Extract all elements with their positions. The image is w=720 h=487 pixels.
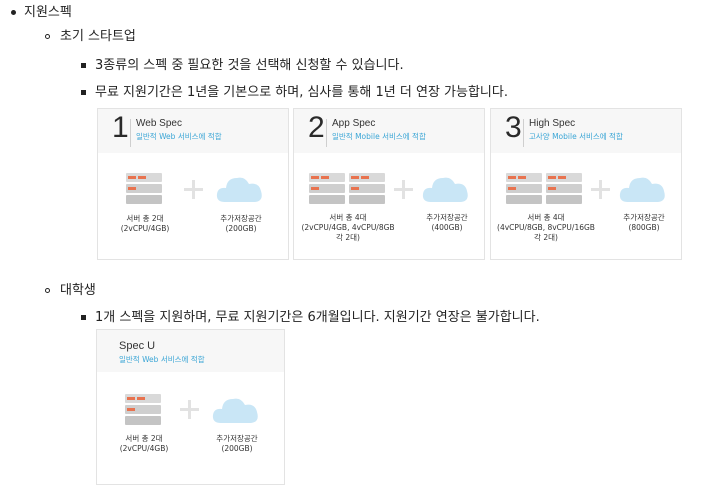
server-icon [506, 173, 542, 204]
storage-size: (800GB) [628, 223, 660, 232]
server-spec: (2vCPU/4GB) [120, 224, 170, 233]
server-icon [125, 394, 161, 425]
server-spec: (2vCPU/4GB, 4vCPU/8GB [301, 223, 395, 232]
bullet-level2 [45, 288, 50, 293]
card-header: 2 App Spec 일반적 Mobile 서비스에 적합 [294, 109, 484, 153]
server-spec-note: 각 2대) [336, 233, 360, 242]
bullet-level3 [81, 315, 86, 320]
storage-caption: 추가저장공간 (800GB) [607, 213, 681, 233]
storage-caption: 추가저장공간 (400GB) [410, 213, 484, 233]
card-header: 1 Web Spec 일반적 Web 서비스에 적합 [98, 109, 288, 153]
startup-item-1: 3종류의 스펙 중 필요한 것을 선택해 신청할 수 있습니다. [95, 58, 404, 73]
storage-label: 추가저장공간 [426, 213, 468, 222]
server-icon [349, 173, 385, 204]
plus-icon [394, 180, 413, 199]
bullet-level1 [11, 10, 16, 15]
spec-number: 1 [112, 111, 129, 144]
server-spec-note: 각 2대) [534, 233, 558, 242]
card-header: Spec U 일반적 Web 서비스에 적합 [97, 330, 284, 372]
server-icon [546, 173, 582, 204]
cloud-icon [212, 398, 258, 423]
spec-description: 일반적 Mobile 서비스에 적합 [332, 132, 426, 141]
server-count: 서버 총 2대 [125, 434, 163, 443]
heading-university: 대학생 [60, 283, 96, 298]
bullet-level3 [81, 90, 86, 95]
server-count: 서버 총 4대 [329, 213, 367, 222]
spec-name: App Spec [332, 118, 376, 129]
storage-caption: 추가저장공간 (200GB) [200, 434, 274, 454]
storage-caption: 추가저장공간 (200GB) [204, 214, 278, 234]
storage-size: (200GB) [225, 224, 257, 233]
plus-icon [180, 400, 199, 419]
spec-number: 3 [505, 111, 522, 144]
spec-name: Spec U [119, 340, 156, 352]
cloud-icon [619, 177, 665, 202]
bullet-level3 [81, 63, 86, 68]
server-caption: 서버 총 4대 (4vCPU/8GB, 8vCPU/16GB 각 2대) [493, 213, 599, 243]
bullet-level2 [45, 34, 50, 39]
storage-size: (400GB) [431, 223, 463, 232]
storage-label: 추가저장공간 [216, 434, 258, 443]
divider [523, 119, 524, 147]
server-icon [309, 173, 345, 204]
university-item-1: 1개 스펙을 지원하며, 무료 지원기간은 6개월입니다. 지원기간 연장은 불… [95, 310, 540, 325]
server-spec: (4vCPU/8GB, 8vCPU/16GB [497, 223, 595, 232]
spec-card-high: 3 High Spec 고사양 Mobile 서비스에 적합 서버 총 4대 (… [490, 108, 682, 260]
cloud-icon [422, 177, 468, 202]
plus-icon [184, 180, 203, 199]
spec-number: 2 [308, 111, 325, 144]
storage-label: 추가저장공간 [220, 214, 262, 223]
spec-description: 일반적 Web 서비스에 적합 [119, 355, 205, 364]
server-count: 서버 총 4대 [527, 213, 565, 222]
plus-icon [591, 180, 610, 199]
card-header: 3 High Spec 고사양 Mobile 서비스에 적합 [491, 109, 681, 153]
spec-name: High Spec [529, 118, 576, 129]
server-spec: (2vCPU/4GB) [119, 444, 169, 453]
cloud-icon [216, 177, 262, 202]
server-caption: 서버 총 2대 (2vCPU/4GB) [107, 434, 181, 454]
storage-size: (200GB) [221, 444, 253, 453]
server-caption: 서버 총 4대 (2vCPU/4GB, 4vCPU/8GB 각 2대) [298, 213, 398, 243]
heading-startup: 초기 스타트업 [60, 29, 136, 44]
spec-description: 일반적 Web 서비스에 적합 [136, 132, 222, 141]
divider [326, 119, 327, 147]
spec-card-web: 1 Web Spec 일반적 Web 서비스에 적합 서버 총 2대 (2vCP… [97, 108, 289, 260]
server-count: 서버 총 2대 [126, 214, 164, 223]
spec-card-app: 2 App Spec 일반적 Mobile 서비스에 적합 서버 총 4대 (2… [293, 108, 485, 260]
spec-card-u: Spec U 일반적 Web 서비스에 적합 서버 총 2대 (2vCPU/4G… [96, 329, 285, 485]
storage-label: 추가저장공간 [623, 213, 665, 222]
divider [130, 119, 131, 147]
spec-description: 고사양 Mobile 서비스에 적합 [529, 132, 623, 141]
heading-support-spec: 지원스펙 [24, 5, 72, 20]
startup-item-2: 무료 지원기간은 1년을 기본으로 하며, 심사를 통해 1년 더 연장 가능합… [95, 85, 508, 100]
server-caption: 서버 총 2대 (2vCPU/4GB) [108, 214, 182, 234]
spec-name: Web Spec [136, 118, 182, 129]
server-icon [126, 173, 162, 204]
